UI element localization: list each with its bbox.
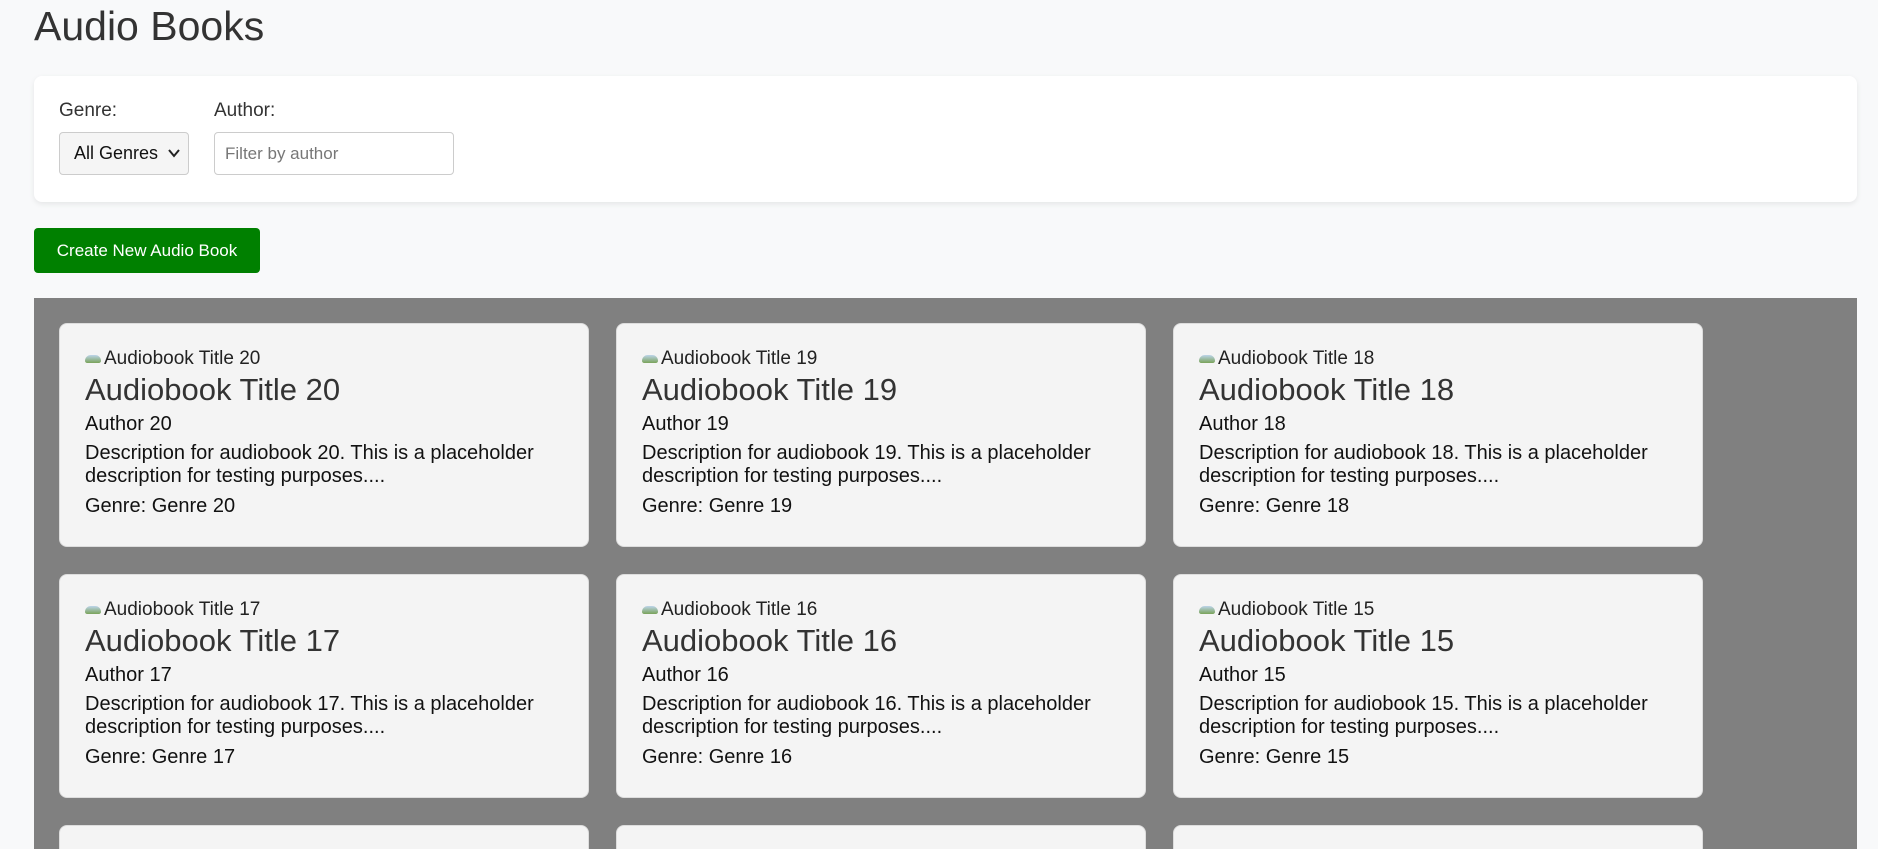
broken-image-icon bbox=[1199, 605, 1217, 615]
genre-select-value: All Genres bbox=[74, 143, 159, 163]
author-filter: Author: bbox=[214, 100, 454, 175]
audiobook-description: Description for audiobook 19. This is a … bbox=[642, 442, 1091, 487]
cover-alt-text: Audiobook Title 16 bbox=[661, 599, 818, 620]
audiobook-card[interactable]: Audiobook Title 17 Audiobook Title 17 Au… bbox=[59, 574, 589, 798]
audiobook-genre: Genre: Genre 19 bbox=[642, 495, 793, 517]
audiobook-card[interactable]: Audiobook Title 19 Audiobook Title 19 Au… bbox=[616, 323, 1146, 547]
audiobook-author: Author 15 bbox=[1199, 664, 1286, 686]
audiobook-card[interactable]: Audiobook Title 18 Audiobook Title 18 Au… bbox=[1173, 323, 1703, 547]
audiobook-card-partial[interactable] bbox=[616, 825, 1146, 849]
audio-books-page: Audio Books Genre: All Genres Author: Cr… bbox=[0, 0, 1878, 849]
audiobook-card-partial[interactable] bbox=[59, 825, 589, 849]
audiobook-description: Description for audiobook 18. This is a … bbox=[1199, 442, 1648, 487]
author-label: Author: bbox=[214, 100, 276, 121]
audiobook-genre: Genre: Genre 15 bbox=[1199, 746, 1350, 768]
audiobook-card[interactable]: Audiobook Title 15 Audiobook Title 15 Au… bbox=[1173, 574, 1703, 798]
audiobook-card[interactable]: Audiobook Title 20 Audiobook Title 20 Au… bbox=[59, 323, 589, 547]
cover-alt-text: Audiobook Title 17 bbox=[104, 599, 261, 620]
genre-filter: Genre: All Genres bbox=[59, 100, 189, 175]
broken-image-icon bbox=[642, 354, 660, 364]
page-title: Audio Books bbox=[34, 3, 265, 49]
genre-label: Genre: bbox=[59, 100, 118, 121]
broken-image-icon bbox=[1199, 354, 1217, 364]
audiobook-author: Author 16 bbox=[642, 664, 729, 686]
audiobook-title: Audiobook Title 15 bbox=[1199, 623, 1455, 658]
audiobook-author: Author 17 bbox=[85, 664, 172, 686]
broken-image-icon bbox=[85, 605, 103, 615]
audiobook-title: Audiobook Title 18 bbox=[1199, 372, 1455, 407]
audiobook-description: Description for audiobook 17. This is a … bbox=[85, 693, 534, 738]
audiobook-author: Author 18 bbox=[1199, 413, 1286, 435]
cover-alt-text: Audiobook Title 15 bbox=[1218, 599, 1375, 620]
audiobook-cover-image: Audiobook Title 15 bbox=[1199, 599, 1677, 621]
audiobook-cover-image: Audiobook Title 20 bbox=[85, 348, 563, 370]
audiobook-title: Audiobook Title 17 bbox=[85, 623, 341, 658]
audiobook-cover-image: Audiobook Title 16 bbox=[642, 599, 1120, 621]
audiobook-author: Author 20 bbox=[85, 413, 172, 435]
audiobook-title: Audiobook Title 20 bbox=[85, 372, 341, 407]
audiobook-description: Description for audiobook 15. This is a … bbox=[1199, 693, 1648, 738]
cover-alt-text: Audiobook Title 19 bbox=[661, 348, 818, 369]
audiobook-cover-image: Audiobook Title 17 bbox=[85, 599, 563, 621]
chevron-down-icon bbox=[168, 133, 180, 190]
audiobook-genre: Genre: Genre 20 bbox=[85, 495, 236, 517]
audiobook-genre: Genre: Genre 17 bbox=[85, 746, 236, 768]
cover-alt-text: Audiobook Title 18 bbox=[1218, 348, 1375, 369]
broken-image-icon bbox=[85, 354, 103, 364]
create-audio-book-button[interactable]: Create New Audio Book bbox=[34, 228, 260, 273]
audiobook-genre: Genre: Genre 16 bbox=[642, 746, 793, 768]
audiobook-title: Audiobook Title 16 bbox=[642, 623, 898, 658]
audiobook-grid: Audiobook Title 20 Audiobook Title 20 Au… bbox=[34, 298, 1857, 849]
audiobook-card-partial[interactable] bbox=[1173, 825, 1703, 849]
audiobook-card[interactable]: Audiobook Title 16 Audiobook Title 16 Au… bbox=[616, 574, 1146, 798]
audiobook-description: Description for audiobook 16. This is a … bbox=[642, 693, 1091, 738]
author-input[interactable] bbox=[214, 132, 454, 175]
audiobook-author: Author 19 bbox=[642, 413, 729, 435]
audiobook-cover-image: Audiobook Title 18 bbox=[1199, 348, 1677, 370]
audiobook-description: Description for audiobook 20. This is a … bbox=[85, 442, 534, 487]
filter-panel: Genre: All Genres Author: bbox=[34, 76, 1857, 202]
audiobook-title: Audiobook Title 19 bbox=[642, 372, 898, 407]
audiobook-cover-image: Audiobook Title 19 bbox=[642, 348, 1120, 370]
audiobook-genre: Genre: Genre 18 bbox=[1199, 495, 1350, 517]
cover-alt-text: Audiobook Title 20 bbox=[104, 348, 261, 369]
broken-image-icon bbox=[642, 605, 660, 615]
genre-select[interactable]: All Genres bbox=[59, 132, 189, 175]
